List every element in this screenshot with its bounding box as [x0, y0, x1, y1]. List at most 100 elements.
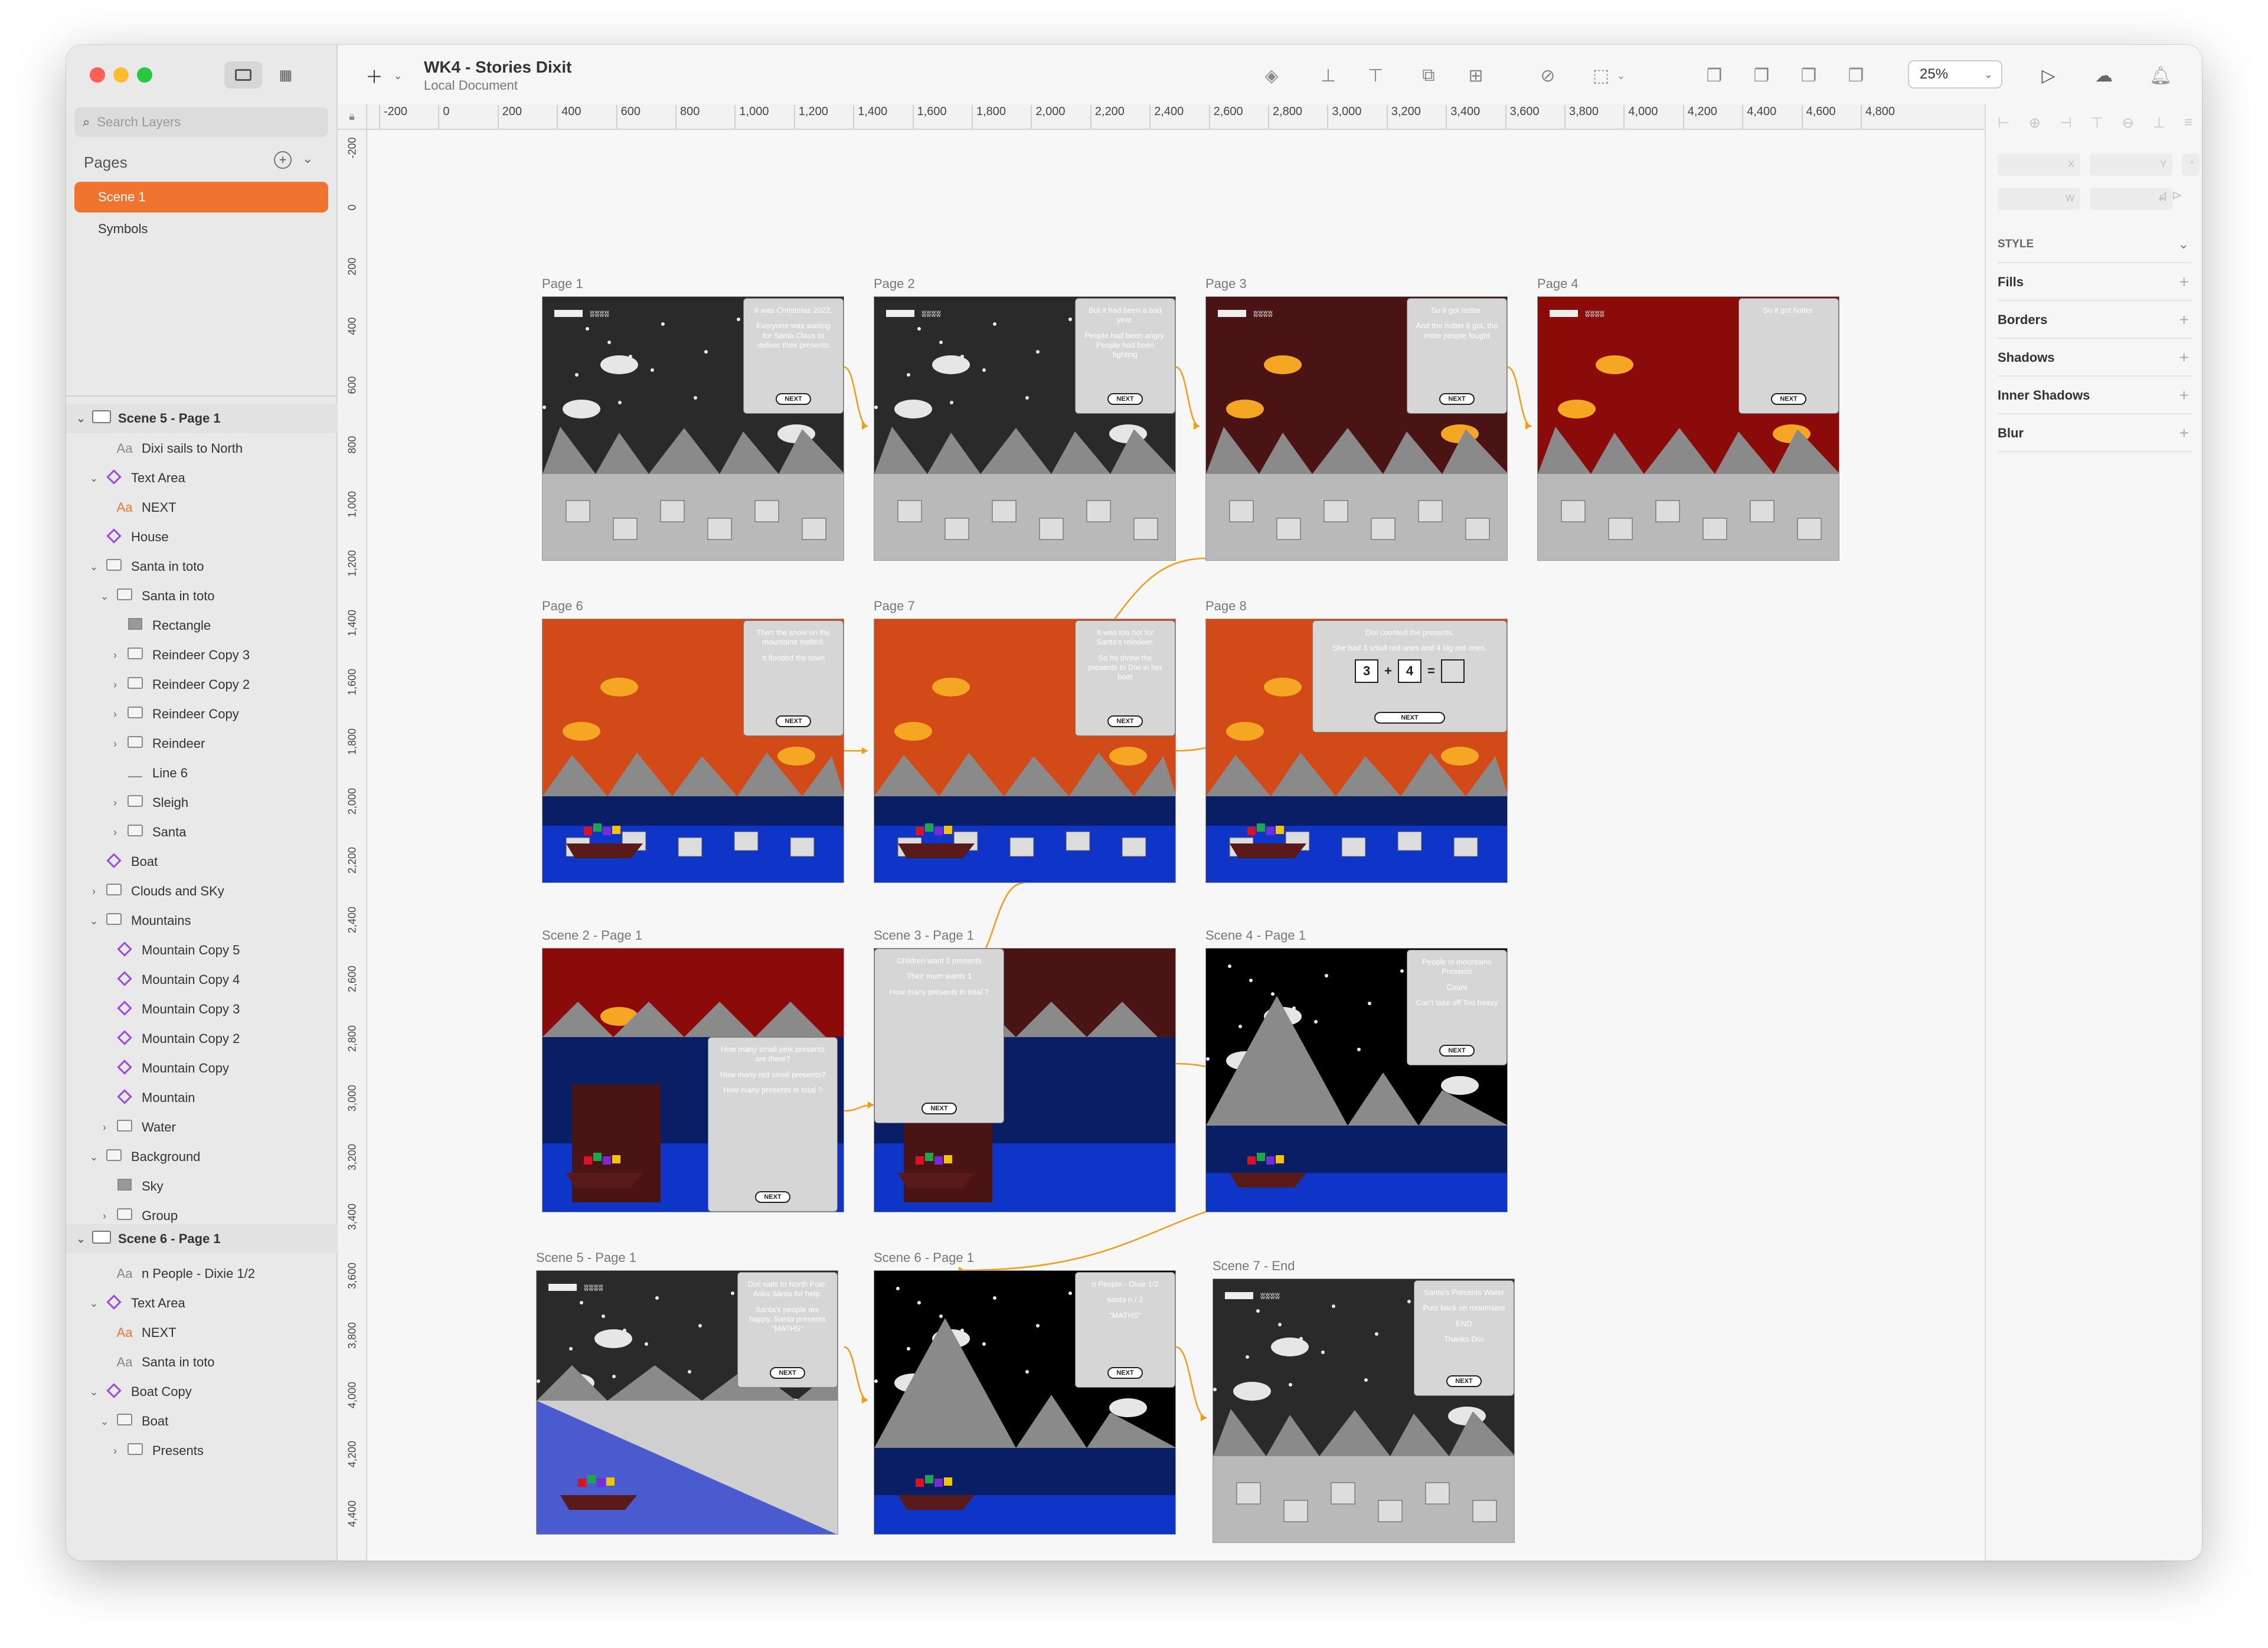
layer-item[interactable]: Aa NEXT: [98, 1321, 177, 1345]
layer-item[interactable]: › Presents: [109, 1439, 204, 1463]
layer-item[interactable]: Mountain Copy 4: [98, 968, 240, 992]
next-button[interactable]: NEXT: [1107, 393, 1143, 405]
chevron-down-icon[interactable]: ⌄: [87, 1151, 100, 1163]
layer-item[interactable]: ⌄ Santa in toto: [98, 584, 215, 608]
next-button[interactable]: NEXT: [1107, 715, 1143, 727]
style-section-inner-shadows[interactable]: Inner Shadows +: [1998, 378, 2192, 414]
artboard-title[interactable]: Scene 6 - Page 1: [874, 1250, 974, 1266]
align-left-icon[interactable]: ⊢: [1998, 115, 2010, 138]
chevron-right-icon[interactable]: ›: [109, 797, 122, 809]
layer-item[interactable]: › Clouds and SKy: [87, 879, 224, 903]
artboard[interactable]: ʬʬʬʬ But it had been a bad year. People ha…: [874, 296, 1176, 561]
next-button[interactable]: NEXT: [1374, 712, 1445, 724]
artboard-title[interactable]: Scene 5 - Page 1: [536, 1250, 636, 1266]
chevron-right-icon[interactable]: ›: [109, 1445, 122, 1457]
artboard-title[interactable]: Page 4: [1537, 276, 1579, 292]
add-icon[interactable]: +: [2179, 424, 2189, 443]
add-icon[interactable]: +: [2179, 310, 2189, 329]
layer-item[interactable]: Mountain Copy: [98, 1057, 229, 1080]
union-icon[interactable]: ❐: [1701, 63, 1727, 89]
layer-item[interactable]: Aa Dixi sails to North: [98, 437, 243, 460]
notifications-bell-icon[interactable]: 🔔︎: [2148, 63, 2174, 89]
preview-play-icon[interactable]: ▷: [2035, 63, 2061, 89]
add-page-button[interactable]: +: [274, 151, 292, 169]
add-icon[interactable]: +: [2179, 386, 2189, 405]
align-top-icon[interactable]: ⊤: [2091, 115, 2103, 138]
artboard[interactable]: ʬʬʬʬ It was Christmas 2022. Everyone was w…: [542, 296, 844, 561]
search-layers-field[interactable]: ⌕ Search Layers: [74, 107, 328, 137]
layer-item[interactable]: ⌄ Text Area: [87, 1291, 185, 1315]
chevron-down-icon[interactable]: ⌄: [98, 590, 111, 603]
ungroup-icon[interactable]: ⊞: [1463, 63, 1489, 89]
chevron-down-icon[interactable]: ⌄: [87, 472, 100, 485]
artboard-title[interactable]: Scene 4 - Page 1: [1205, 928, 1306, 943]
ruler-lock-icon[interactable]: 🔒︎: [338, 104, 367, 130]
artboard[interactable]: n People - Dixie 1/2 santa n / 2 "MATHS" NE…: [874, 1270, 1176, 1535]
y-field[interactable]: Y: [2090, 153, 2172, 176]
layer-item[interactable]: ⌄ Santa in toto: [87, 555, 204, 578]
layer-item[interactable]: ⌄ Boat Copy: [87, 1380, 192, 1404]
artboard[interactable]: ʬʬʬʬ So it got hotter. NEXT: [1537, 296, 1839, 561]
zoom-window-button[interactable]: [137, 67, 152, 83]
chevron-down-icon[interactable]: ⌄: [74, 413, 87, 425]
subtract-icon[interactable]: ❐: [1749, 63, 1774, 89]
chevron-down-icon[interactable]: ⌄: [87, 561, 100, 573]
layer-item[interactable]: Mountain Copy 5: [98, 939, 240, 962]
intersect-icon[interactable]: ❐: [1796, 63, 1822, 89]
chevron-right-icon[interactable]: ›: [98, 1210, 111, 1222]
style-header[interactable]: STYLE ⌄: [1998, 227, 2192, 263]
next-button[interactable]: NEXT: [776, 715, 811, 727]
cloud-icon[interactable]: ☁: [2091, 63, 2117, 89]
next-button[interactable]: NEXT: [1446, 1375, 1482, 1387]
collapse-pages-icon[interactable]: ⌄: [302, 151, 313, 166]
artboard-title[interactable]: Page 7: [874, 599, 915, 614]
artboard[interactable]: People in mountains Presents Count Can't t…: [1205, 948, 1508, 1212]
difference-icon[interactable]: ❐: [1843, 63, 1869, 89]
canvas[interactable]: Page 1 ʬʬʬʬ It was Christmas 2022. Everyone…: [368, 131, 1985, 1561]
create-symbol-icon[interactable]: ◈: [1259, 63, 1285, 89]
chevron-down-icon[interactable]: ⌄: [87, 1297, 100, 1310]
artboard[interactable]: ʬʬʬʬ So it got hotter. And the hotter it g…: [1205, 296, 1508, 561]
chevron-down-icon[interactable]: ⌄: [98, 1415, 111, 1428]
artboard[interactable]: ʬʬʬʬ Santa's Presents Water Puts back on m…: [1213, 1278, 1515, 1543]
layer-item[interactable]: ⌄ Text Area: [87, 466, 185, 490]
artboard[interactable]: Then the snow on the mountains melted. It…: [542, 619, 844, 883]
next-button[interactable]: NEXT: [770, 1367, 805, 1379]
next-button[interactable]: NEXT: [1439, 1045, 1475, 1057]
layer-item[interactable]: Aa n People - Dixie 1/2: [98, 1262, 255, 1286]
backward-icon[interactable]: ⊤: [1362, 63, 1388, 89]
answer-box[interactable]: [1440, 659, 1465, 683]
next-button[interactable]: NEXT: [1771, 393, 1806, 405]
next-button[interactable]: NEXT: [921, 1103, 957, 1114]
artboard-title[interactable]: Scene 2 - Page 1: [542, 928, 642, 943]
layer-group-artboard[interactable]: ⌄ Scene 5 - Page 1: [66, 404, 338, 433]
page-item-symbols[interactable]: Symbols: [74, 214, 328, 244]
rotation-field[interactable]: °: [2182, 153, 2200, 176]
group-icon[interactable]: ⧉: [1416, 63, 1442, 89]
layer-item[interactable]: Boat: [87, 850, 158, 874]
minimize-window-button[interactable]: [113, 67, 129, 83]
edit-icon[interactable]: ⊘: [1535, 63, 1561, 89]
layer-item[interactable]: ⌄ Boat: [98, 1410, 168, 1433]
chevron-down-icon[interactable]: ⌄: [87, 1386, 100, 1398]
chevron-right-icon[interactable]: ›: [109, 679, 122, 691]
align-center-icon[interactable]: ⊕: [2029, 115, 2041, 138]
next-button[interactable]: NEXT: [1107, 1367, 1143, 1379]
artboard-title[interactable]: Scene 3 - Page 1: [874, 928, 974, 943]
layer-item[interactable]: › Reindeer Copy: [109, 702, 239, 726]
artboard[interactable]: It was too hot for Santa's reindeer. So h…: [874, 619, 1176, 883]
artboard[interactable]: Children want 2 presents Their mum wants …: [874, 948, 1176, 1212]
layer-item[interactable]: › Reindeer Copy 3: [109, 643, 250, 667]
layer-item[interactable]: › Reindeer Copy 2: [109, 673, 250, 697]
chevron-right-icon[interactable]: ›: [109, 738, 122, 750]
insert-chevron-icon[interactable]: ⌄: [385, 63, 411, 89]
align-middle-icon[interactable]: ⊖: [2122, 115, 2134, 138]
artboard-title[interactable]: Page 1: [542, 276, 583, 292]
close-window-button[interactable]: [90, 67, 105, 83]
chevron-right-icon[interactable]: ›: [109, 826, 122, 839]
layer-item[interactable]: ⌄ Background: [87, 1145, 200, 1169]
artboard[interactable]: Dixi counted the presents. She had 3 smal…: [1205, 619, 1508, 883]
layer-item[interactable]: Rectangle: [109, 614, 211, 637]
distribute-icon[interactable]: ≡: [2184, 115, 2192, 138]
layer-item[interactable]: Aa NEXT: [98, 496, 177, 519]
